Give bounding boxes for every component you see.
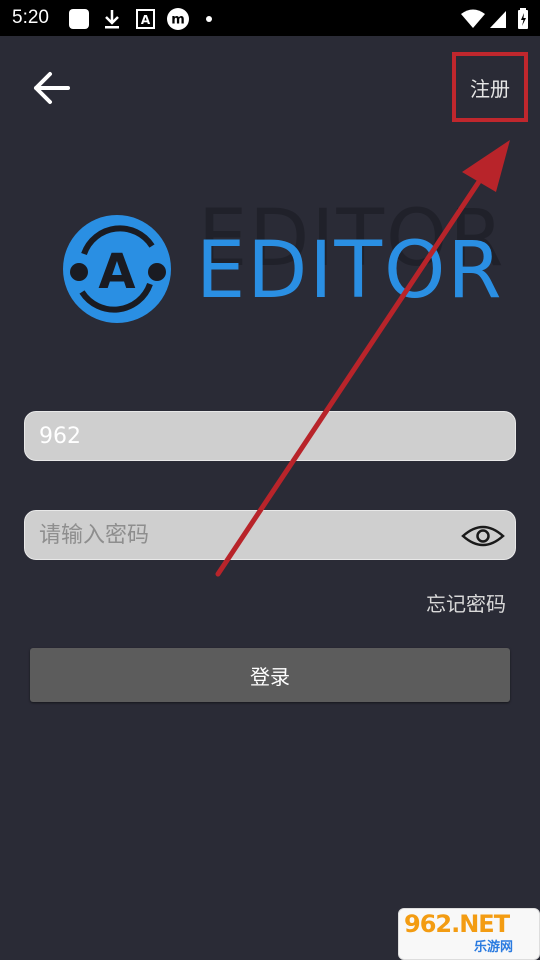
battery-icon xyxy=(518,8,528,29)
square-icon xyxy=(69,9,89,29)
dot-icon xyxy=(206,16,212,22)
a-badge-icon: A xyxy=(136,9,155,29)
username-input[interactable] xyxy=(25,412,515,460)
annotation-arrow xyxy=(215,140,510,577)
status-bar: 5:20 A m xyxy=(0,0,540,36)
login-button[interactable]: 登录 xyxy=(30,648,510,702)
logo-a-icon: A xyxy=(63,215,171,323)
login-label: 登录 xyxy=(250,664,290,689)
svg-text:m: m xyxy=(171,13,185,28)
m-circle-icon: m xyxy=(167,8,189,30)
signal-icon xyxy=(490,11,506,28)
register-label: 注册 xyxy=(470,76,510,101)
svg-text:A: A xyxy=(141,13,151,27)
password-input[interactable] xyxy=(25,511,515,559)
forgot-password-link[interactable]: 忘记密码 xyxy=(426,588,506,617)
register-button[interactable]: 注册 xyxy=(452,52,528,122)
app-logo: EDITOR A EDITOR xyxy=(62,194,504,324)
username-field[interactable] xyxy=(24,411,516,461)
arrow-left-icon xyxy=(34,72,70,104)
logo-letter: A xyxy=(98,244,135,300)
eye-icon[interactable] xyxy=(461,522,505,550)
wifi-icon xyxy=(461,9,485,28)
password-field[interactable] xyxy=(24,510,516,560)
logo-text: EDITOR xyxy=(196,226,504,316)
download-icon xyxy=(105,10,119,29)
watermark-logo: 962.NET 乐游网 xyxy=(398,908,540,960)
watermark-main: 962.NET xyxy=(404,910,510,938)
watermark-sub: 乐游网 xyxy=(474,940,514,955)
back-button[interactable] xyxy=(28,64,76,112)
status-time: 5:20 xyxy=(12,7,49,28)
